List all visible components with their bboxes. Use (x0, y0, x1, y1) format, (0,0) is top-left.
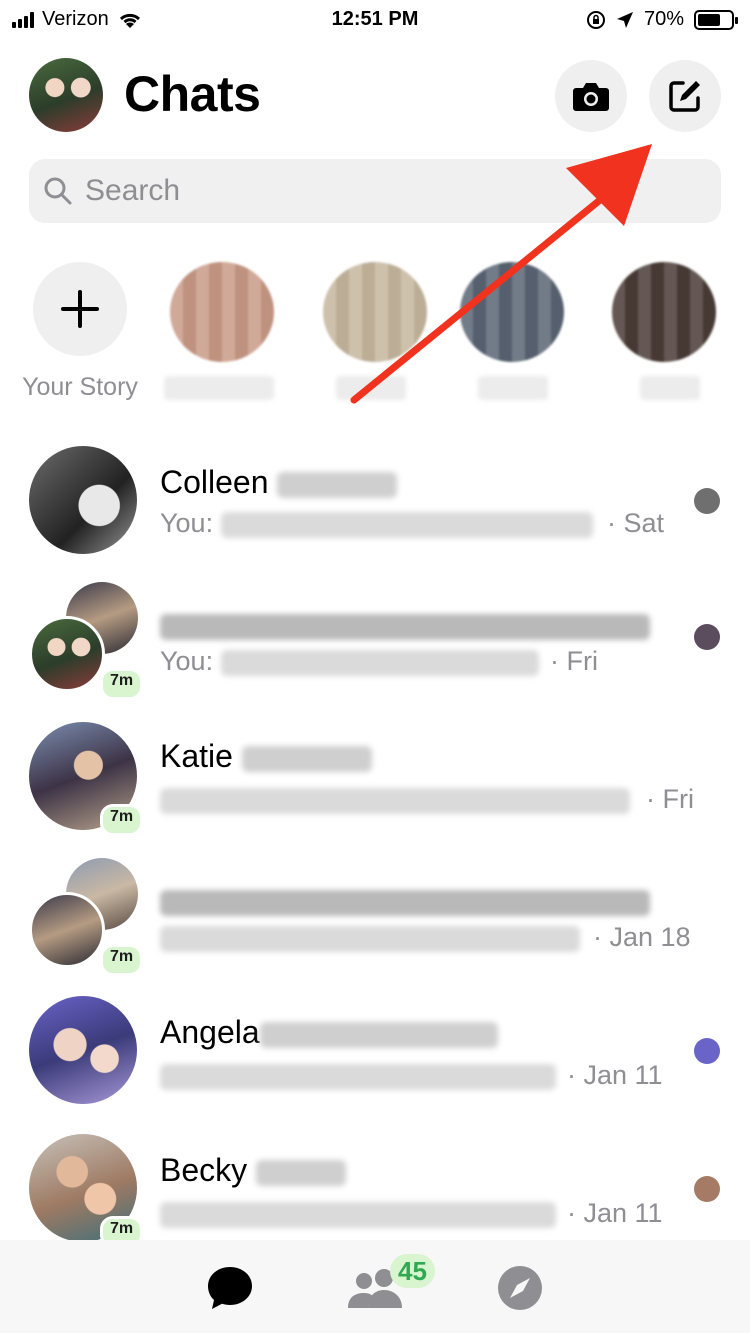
active-time-badge: 7m (100, 668, 144, 700)
compose-icon (669, 81, 700, 112)
chat-preview (160, 1198, 556, 1229)
status-right: 70% (586, 8, 738, 31)
discover-icon (498, 1266, 542, 1310)
search-bar[interactable] (29, 159, 721, 223)
avatar (29, 446, 137, 554)
chat-name: Becky (160, 1152, 347, 1189)
battery-percent: 70% (643, 8, 684, 30)
compose-button[interactable] (649, 60, 721, 132)
story-name (478, 376, 548, 400)
chat-preview: You: (160, 646, 539, 677)
battery-icon (694, 9, 738, 30)
camera-button[interactable] (555, 60, 627, 132)
chat-name: Colleen (160, 464, 398, 501)
read-receipt-avatar (694, 624, 720, 650)
read-receipt-avatar (694, 1038, 720, 1064)
add-story-button[interactable] (33, 262, 127, 356)
story-thumbnail[interactable] (612, 262, 716, 362)
chat-time: · Fri (550, 646, 598, 676)
chat-preview: You: (160, 508, 593, 539)
profile-avatar[interactable] (29, 58, 103, 132)
active-time-badge: 7m (100, 944, 144, 976)
search-input[interactable] (85, 174, 645, 208)
chat-row[interactable]: 7m Katie · Fri (0, 718, 750, 856)
battery-fill (698, 13, 720, 26)
chat-preview (160, 1060, 556, 1091)
active-time-badge: 7m (100, 804, 144, 836)
story-name (640, 376, 700, 400)
avatar (29, 892, 105, 968)
plus-icon (61, 290, 99, 328)
chat-row[interactable]: 7m You: · Fri (0, 580, 750, 718)
page-title: Chats (124, 66, 261, 122)
tab-chats[interactable] (200, 1258, 260, 1318)
story-thumbnail[interactable] (170, 262, 274, 362)
avatar (29, 996, 137, 1104)
story-thumbnail[interactable] (460, 262, 564, 362)
chat-time: · Sat (607, 508, 665, 538)
tab-bar: 45 (0, 1240, 750, 1333)
chat-row[interactable]: Angela · Jan 11 (0, 994, 750, 1132)
chat-row[interactable]: Colleen You: · Sat (0, 442, 750, 580)
chat-name (160, 882, 650, 919)
chat-time: · Jan 11 (567, 1198, 663, 1228)
chat-name: Angela (160, 1014, 498, 1051)
your-story-label: Your Story (22, 373, 138, 401)
chat-row[interactable]: 7m · Jan 18 (0, 856, 750, 994)
chat-preview (160, 784, 630, 815)
camera-icon (573, 83, 609, 111)
chat-name (160, 606, 650, 643)
chats-icon (208, 1267, 252, 1309)
tab-discover[interactable] (490, 1258, 550, 1318)
status-bar: Verizon 12:51 PM 70% (0, 0, 750, 40)
story-name (164, 376, 274, 400)
chat-name: Katie (160, 738, 372, 775)
chat-time: · Fri (646, 784, 694, 814)
read-receipt-avatar (694, 488, 720, 514)
story-name (336, 376, 406, 400)
chat-preview (160, 922, 580, 953)
chat-time: · Jan 18 (593, 922, 691, 952)
people-badge: 45 (390, 1254, 435, 1288)
location-icon (616, 11, 633, 28)
search-icon (44, 177, 72, 205)
read-receipt-avatar (694, 1176, 720, 1202)
avatar (29, 616, 105, 692)
story-thumbnail[interactable] (323, 262, 427, 362)
chat-time: · Jan 11 (567, 1060, 663, 1090)
rotation-lock-icon (586, 10, 605, 29)
